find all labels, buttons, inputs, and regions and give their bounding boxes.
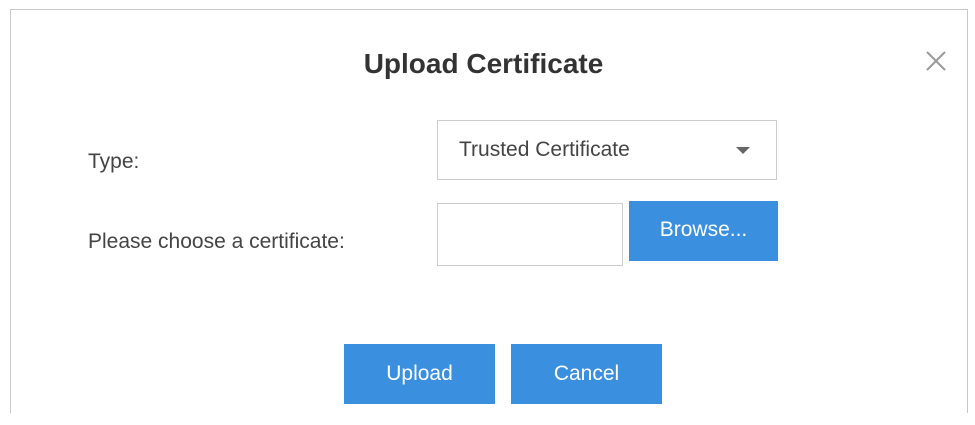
page: Upload Certificate Type: Trusted Certifi… bbox=[0, 0, 975, 425]
certificate-file-field[interactable] bbox=[437, 203, 623, 266]
upload-button[interactable]: Upload bbox=[344, 344, 495, 404]
type-select[interactable]: Trusted Certificate bbox=[437, 120, 777, 180]
upload-certificate-dialog: Upload Certificate Type: Trusted Certifi… bbox=[10, 9, 968, 413]
chevron-down-icon bbox=[736, 147, 750, 154]
close-icon-glyph bbox=[926, 51, 946, 71]
dialog-title: Upload Certificate bbox=[363, 48, 604, 79]
type-select-value: Trusted Certificate bbox=[459, 138, 630, 161]
certificate-label: Please choose a certificate: bbox=[88, 230, 345, 253]
cancel-button[interactable]: Cancel bbox=[511, 344, 662, 404]
type-label: Type: bbox=[88, 150, 140, 173]
browse-button[interactable]: Browse... bbox=[629, 201, 778, 261]
close-icon[interactable] bbox=[923, 48, 949, 74]
